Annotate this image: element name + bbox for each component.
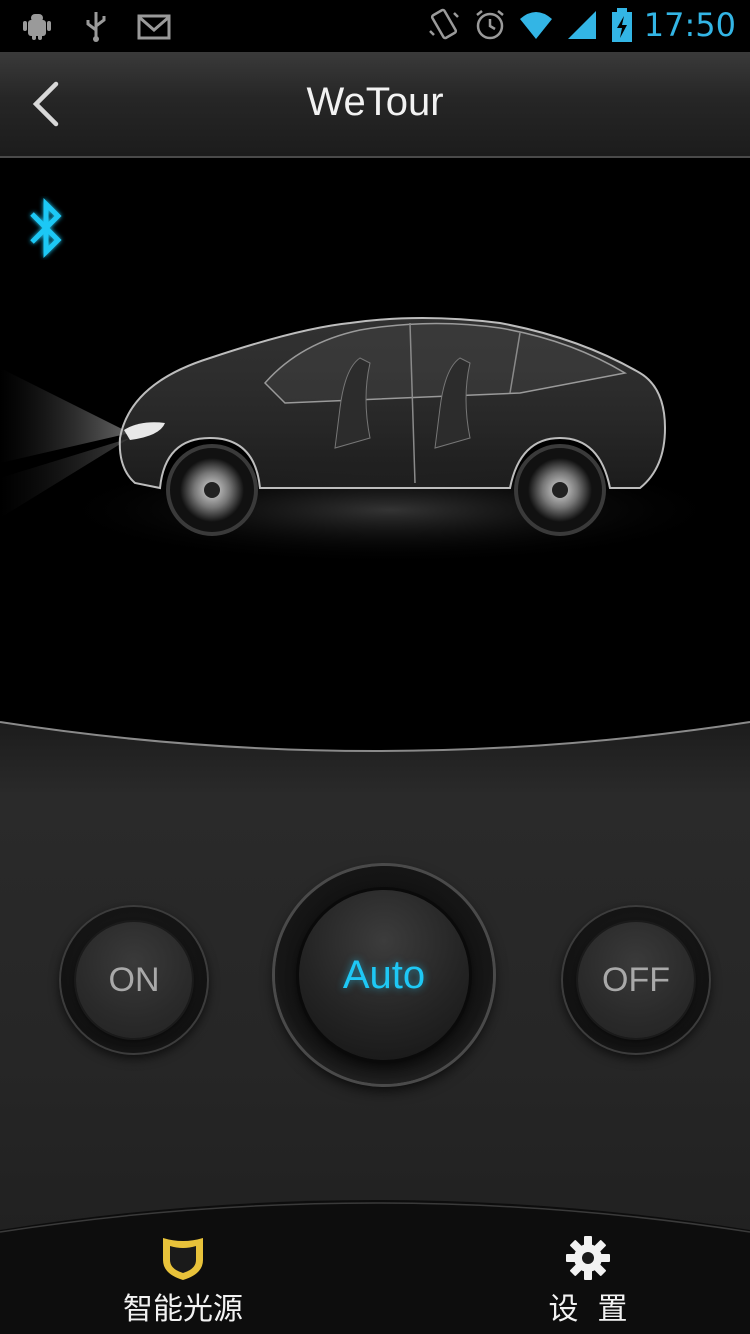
- off-button-label: OFF: [578, 922, 694, 1038]
- signal-icon: [567, 11, 596, 39]
- nav-settings[interactable]: 设 置: [540, 1234, 636, 1328]
- gmail-icon: [137, 14, 171, 40]
- car-illustration: [0, 317, 730, 565]
- car-scene: [0, 158, 750, 738]
- shield-icon: [163, 1238, 203, 1280]
- android-debug-icon: [23, 14, 51, 40]
- status-bar: 17:50: [0, 0, 750, 52]
- wifi-icon: [519, 12, 552, 39]
- nav-smart-light[interactable]: 智能光源: [120, 1234, 246, 1328]
- gear-icon: [566, 1236, 610, 1280]
- usb-icon: [86, 12, 106, 42]
- auto-button[interactable]: Auto: [275, 866, 493, 1084]
- title-bar: WeTour: [0, 52, 750, 158]
- nav-smart-light-label: 智能光源: [123, 1292, 243, 1327]
- battery-charging-icon: [611, 8, 632, 42]
- vibrate-icon: [428, 8, 459, 40]
- on-button[interactable]: ON: [59, 905, 209, 1055]
- auto-button-label: Auto: [299, 890, 469, 1060]
- control-panel: ON Auto OFF 智能光源 设 置: [0, 700, 750, 1334]
- nav-settings-label: 设 置: [548, 1292, 628, 1327]
- off-button[interactable]: OFF: [561, 905, 711, 1055]
- alarm-icon: [476, 10, 504, 40]
- status-time: 17:50: [643, 6, 736, 44]
- page-title: WeTour: [306, 80, 444, 124]
- bluetooth-icon[interactable]: [26, 196, 66, 260]
- on-button-label: ON: [76, 922, 192, 1038]
